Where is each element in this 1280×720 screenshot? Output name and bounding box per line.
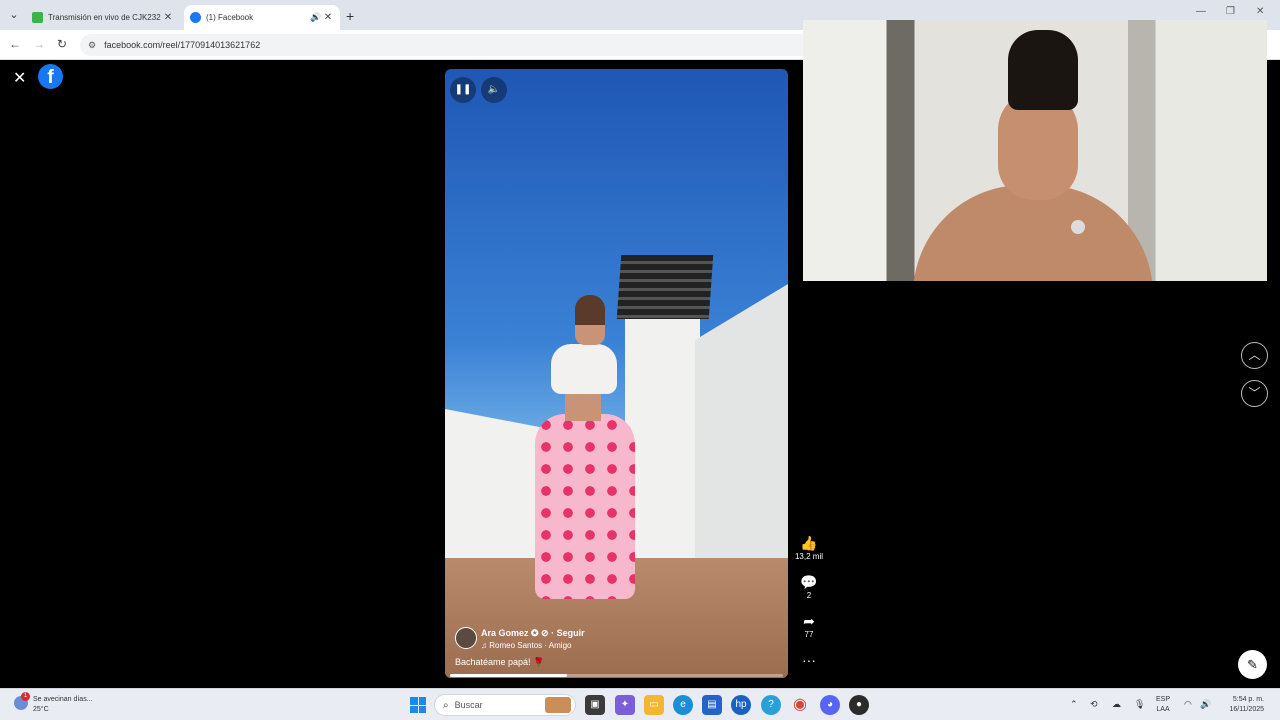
reload-icon[interactable]: ↻: [57, 37, 67, 51]
wall-graphic: [695, 284, 788, 564]
minimize-icon[interactable]: —: [1196, 6, 1206, 17]
edit-button[interactable]: ✎: [1238, 650, 1267, 679]
dancer-head-graphic: [575, 295, 605, 345]
search-highlight-icon: [545, 697, 571, 713]
comment-icon: 💬: [800, 574, 818, 590]
weather-temp: 25°C: [33, 706, 49, 713]
pause-icon[interactable]: ❚❚: [450, 77, 476, 103]
share-icon: ➦: [803, 613, 815, 629]
tab-stream[interactable]: Transmisión en vivo de CJK232 ✕: [26, 5, 180, 30]
onedrive-icon[interactable]: ☁: [1112, 699, 1121, 710]
facebook-logo-icon[interactable]: f: [38, 64, 63, 89]
avatar[interactable]: [455, 627, 477, 649]
tab-search-icon[interactable]: ⌄: [6, 8, 22, 24]
search-icon: ⌕: [443, 699, 449, 711]
chimney-graphic: [616, 255, 714, 319]
language-indicator[interactable]: ESP LAA: [1156, 695, 1170, 715]
close-icon[interactable]: ✕: [13, 68, 26, 88]
lang-bottom: LAA: [1156, 706, 1170, 713]
reel-music[interactable]: ♫ Romeo Santos · Amigo: [481, 641, 571, 650]
store-icon[interactable]: ▤: [702, 695, 722, 715]
edit-icon: ✎: [1247, 657, 1258, 672]
tab-label: Transmisión en vivo de CJK232: [48, 13, 161, 22]
wifi-icon[interactable]: ◠: [1184, 699, 1192, 710]
chevron-down-icon: ﹀: [1248, 386, 1261, 400]
stream-favicon-icon: [32, 12, 43, 23]
taskbar: 1 Se avecinan días... 25°C ⌕ Buscar ▣ ✦ …: [0, 688, 1280, 720]
comment-count: 2: [806, 591, 812, 600]
chrome-icon[interactable]: ◉: [790, 695, 810, 715]
weather-widget[interactable]: 1 Se avecinan días... 25°C: [14, 692, 124, 716]
obs-icon[interactable]: ●: [849, 695, 869, 715]
lang-top: ESP: [1156, 696, 1171, 703]
copilot-icon[interactable]: ✦: [615, 695, 635, 715]
clock[interactable]: 5:54 p. m. 16/11/2025: [1218, 695, 1264, 715]
webcam-person-graphic: [913, 30, 1153, 281]
maximize-icon[interactable]: ❐: [1226, 6, 1235, 17]
tray-overflow-icon[interactable]: ⌃: [1070, 699, 1078, 710]
share-button[interactable]: ➦ 77: [792, 613, 826, 639]
taskbar-search[interactable]: ⌕ Buscar: [434, 694, 576, 716]
weather-text: Se avecinan días...: [33, 696, 93, 703]
site-info-icon[interactable]: ⚙: [88, 40, 96, 51]
close-tab-icon[interactable]: ✕: [322, 12, 334, 23]
clock-time: 5:54 p. m.: [1232, 696, 1264, 703]
tray-app-icon[interactable]: ⟲: [1090, 699, 1098, 710]
new-tab-button[interactable]: +: [346, 8, 354, 24]
hp-icon[interactable]: hp: [731, 695, 751, 715]
comment-button[interactable]: 💬 2: [792, 574, 826, 600]
more-button[interactable]: ···: [792, 652, 826, 668]
more-icon: ···: [802, 652, 816, 668]
reel-video[interactable]: ❚❚ 🔈 Ara Gomez ✪ ⊘ · Seguir ♫ Romeo Sant…: [445, 69, 788, 678]
video-progress-fill: [450, 674, 567, 677]
task-view-icon[interactable]: ▣: [585, 695, 605, 715]
microphone-icon[interactable]: 🎙: [1134, 699, 1145, 710]
next-reel-button[interactable]: ﹀: [1241, 380, 1268, 407]
like-button[interactable]: 👍 13,2 mil: [792, 535, 826, 561]
edge-icon[interactable]: e: [673, 695, 693, 715]
dancer-shirt-graphic: [551, 344, 617, 394]
volume-icon[interactable]: 🔈: [481, 77, 507, 103]
search-placeholder: Buscar: [454, 700, 483, 710]
app-icon[interactable]: ?: [761, 695, 781, 715]
discord-icon[interactable]: ◕: [820, 695, 840, 715]
webcam-hair-graphic: [1008, 30, 1078, 110]
previous-reel-button[interactable]: ︿: [1241, 342, 1268, 369]
file-explorer-icon[interactable]: ▭: [644, 695, 664, 715]
dancer-pants-graphic: [535, 414, 635, 599]
microphone-graphic: [1071, 220, 1085, 234]
forward-icon[interactable]: →: [33, 37, 45, 51]
notification-badge: 1: [21, 692, 30, 701]
wall-graphic: [625, 304, 700, 564]
share-count: 77: [804, 630, 814, 639]
clock-date: 16/11/2025: [1229, 706, 1264, 713]
facebook-favicon-icon: [190, 12, 201, 23]
thumbs-up-icon: 👍: [800, 535, 818, 551]
reel-author[interactable]: Ara Gomez ✪ ⊘ · Seguir: [481, 628, 585, 639]
chevron-up-icon: ︿: [1248, 348, 1261, 362]
tab-facebook[interactable]: (1) Facebook 🔊 ✕: [184, 5, 340, 30]
tab-label: (1) Facebook: [206, 13, 254, 22]
speaker-icon[interactable]: 🔊: [1200, 699, 1211, 710]
window-close-icon[interactable]: ✕: [1256, 6, 1264, 17]
tab-audio-icon[interactable]: 🔊: [310, 12, 322, 23]
reel-caption: Bachatéame papá! 🌹: [455, 657, 545, 667]
back-icon[interactable]: ←: [9, 37, 21, 51]
video-progress-bar[interactable]: [450, 674, 783, 677]
url-text: facebook.com/reel/1770914013621762: [104, 40, 261, 50]
close-tab-icon[interactable]: ✕: [162, 12, 174, 23]
webcam-overlay: [803, 20, 1267, 281]
windows-start-icon[interactable]: [410, 697, 426, 713]
like-count: 13,2 mil: [794, 552, 823, 561]
